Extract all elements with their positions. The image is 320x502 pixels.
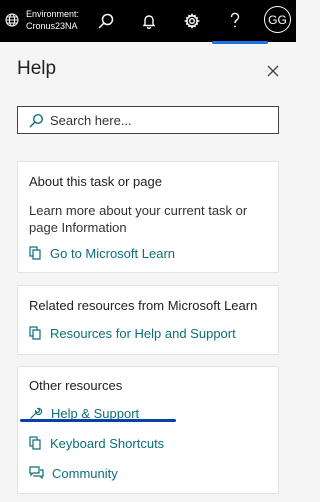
link-label: Community	[52, 465, 118, 481]
card-title: Related resources from Microsoft Learn	[29, 298, 258, 313]
search-input[interactable]: Search here...	[17, 106, 279, 134]
globe-icon[interactable]	[5, 13, 19, 27]
related-resources-card: Related resources from Microsoft Learn R…	[17, 285, 279, 355]
card-description: Learn more about your current task or pa…	[29, 203, 248, 235]
help-active-indicator	[212, 41, 268, 44]
link-label: Go to Microsoft Learn	[50, 245, 175, 261]
highlight-underline	[20, 419, 176, 422]
wrench-icon	[30, 407, 43, 419]
community-link[interactable]: Community	[29, 464, 118, 482]
card-title: About this task or page	[29, 174, 162, 189]
avatar[interactable]: GG	[264, 6, 291, 33]
task-card: About this task or page Learn more about…	[17, 161, 279, 273]
documents-icon	[29, 326, 41, 340]
link-label: Keyboard Shortcuts	[50, 435, 165, 451]
search-placeholder: Search here...	[50, 113, 132, 128]
documents-icon	[29, 436, 41, 450]
environment-info[interactable]: Environment: Cronus23NA	[26, 8, 79, 32]
other-resources-card: Other resources Help & Support Keyboard …	[17, 366, 279, 494]
top-bar: Environment: Cronus23NA GG	[0, 0, 296, 42]
chat-icon	[29, 466, 44, 480]
notifications-button[interactable]	[137, 9, 161, 33]
close-icon[interactable]	[264, 62, 282, 80]
environment-name: Cronus23NA	[26, 21, 78, 31]
gear-icon	[184, 13, 200, 29]
go-to-learn-link[interactable]: Go to Microsoft Learn	[29, 244, 175, 262]
search-icon	[98, 13, 114, 29]
help-icon	[230, 12, 240, 28]
environment-label: Environment:	[26, 9, 80, 19]
settings-button[interactable]	[180, 9, 204, 33]
search-button[interactable]	[94, 9, 118, 33]
link-label: Resources for Help and Support	[50, 325, 236, 341]
panel-title: Help	[17, 58, 57, 79]
documents-icon	[29, 246, 41, 260]
bell-icon	[142, 15, 156, 29]
resources-help-support-link[interactable]: Resources for Help and Support	[29, 324, 236, 342]
card-title: Other resources	[29, 378, 123, 393]
keyboard-shortcuts-link[interactable]: Keyboard Shortcuts	[29, 434, 164, 452]
search-icon	[28, 113, 44, 134]
help-button[interactable]	[223, 9, 247, 33]
